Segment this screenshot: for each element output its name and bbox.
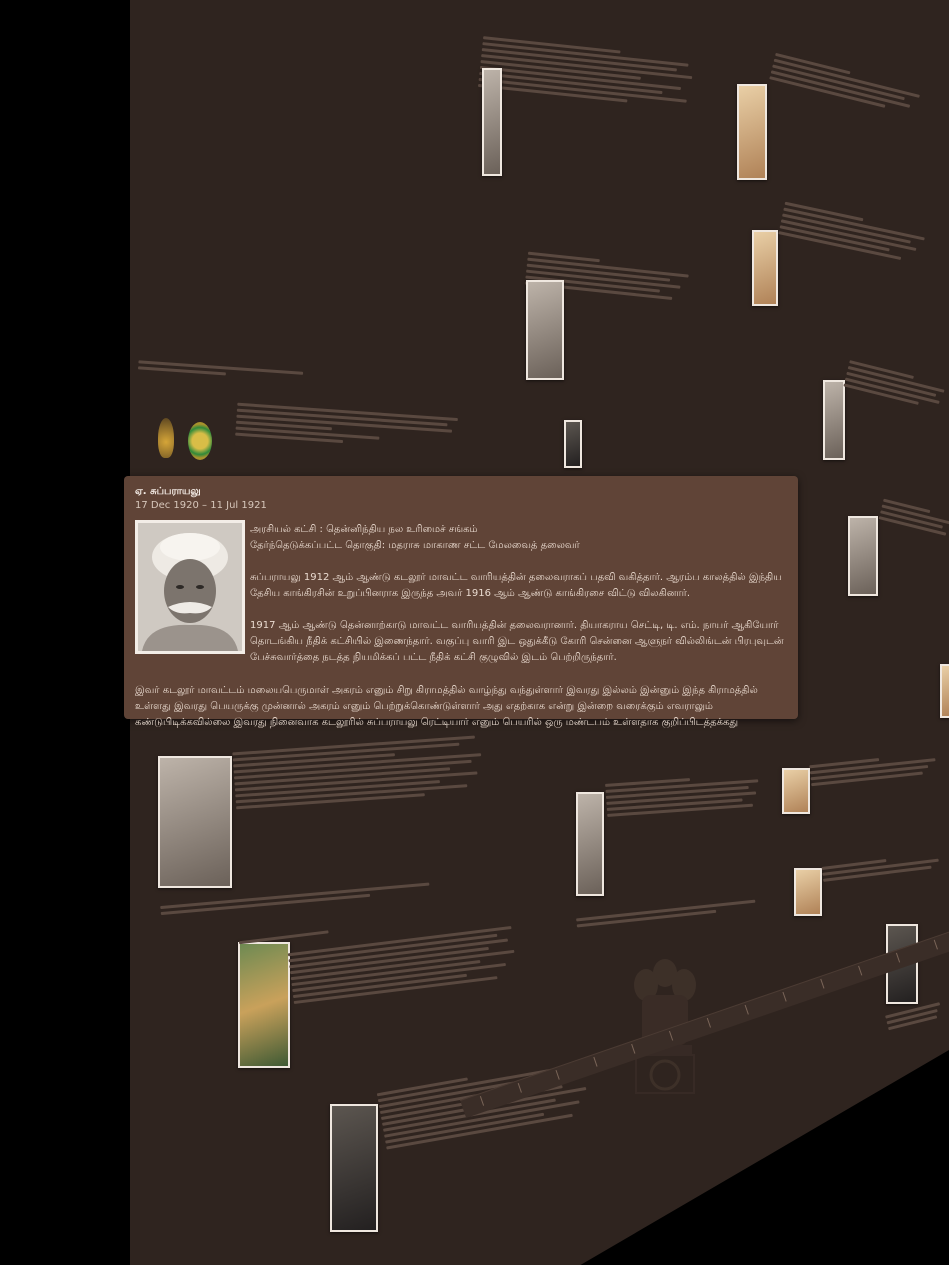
timeline-photo[interactable] [564, 420, 582, 468]
emblem-icon [158, 418, 174, 458]
term-dates: 17 Dec 1920 – 11 Jul 1921 [135, 500, 267, 511]
popup-footer-text: இவர் கடலூர் மாவட்டம் மலையபெருமாள் அகரம் … [135, 685, 758, 728]
timeline-photo[interactable] [576, 792, 604, 896]
timeline-photo[interactable] [737, 84, 767, 180]
timeline-entry[interactable] [477, 33, 713, 114]
seal-icon [188, 422, 212, 460]
timeline-entry[interactable] [137, 357, 359, 387]
timeline-photo[interactable] [482, 68, 502, 176]
paragraph-2: 1917 ஆம் ஆண்டு தென்னாற்காடு மாவட்ட வாரிய… [250, 620, 784, 663]
person-name: ஏ. சுப்பராயலு [135, 486, 201, 497]
timeline-photo[interactable] [782, 768, 810, 814]
timeline-entry[interactable] [235, 400, 477, 456]
timeline-photo[interactable] [823, 380, 845, 460]
timeline-entry[interactable] [843, 357, 949, 416]
timeline-entry[interactable] [576, 895, 776, 931]
timeline-entry[interactable] [769, 50, 942, 123]
timeline-entry[interactable] [821, 848, 949, 885]
timeline-entry[interactable] [605, 769, 777, 820]
constituency-text: தேர்ந்தெடுக்கப்பட்ட தொகுதி: மதராசு மாகாண… [250, 540, 580, 551]
timeline-photo[interactable] [848, 516, 878, 596]
timeline-entry[interactable] [232, 731, 506, 813]
timeline-entry[interactable] [878, 496, 949, 542]
timeline-photo[interactable] [794, 868, 822, 916]
timeline-entry[interactable] [809, 748, 949, 789]
timeline-photo[interactable] [526, 280, 564, 380]
party-text: அரசியல் கட்சி : தென்னிந்திய நல உரிமைச் ச… [250, 524, 478, 535]
timeline-photo[interactable] [752, 230, 778, 306]
popup-body: அரசியல் கட்சி : தென்னிந்திய நல உரிமைச் ச… [250, 522, 790, 666]
timeline-photo[interactable] [330, 1104, 378, 1232]
timeline-photo[interactable] [238, 942, 290, 1068]
detail-popup[interactable]: ஏ. சுப்பராயலு 17 Dec 1920 – 11 Jul 1921 … [124, 476, 798, 728]
timeline-photo[interactable] [158, 756, 232, 888]
timeline-photo[interactable] [940, 664, 949, 718]
portrait-photo [135, 520, 245, 654]
paragraph-1: சுப்பராயலு 1912 ஆம் ஆண்டு கடலூர் மாவட்ட … [250, 572, 782, 599]
timeline-entry[interactable] [778, 199, 943, 270]
